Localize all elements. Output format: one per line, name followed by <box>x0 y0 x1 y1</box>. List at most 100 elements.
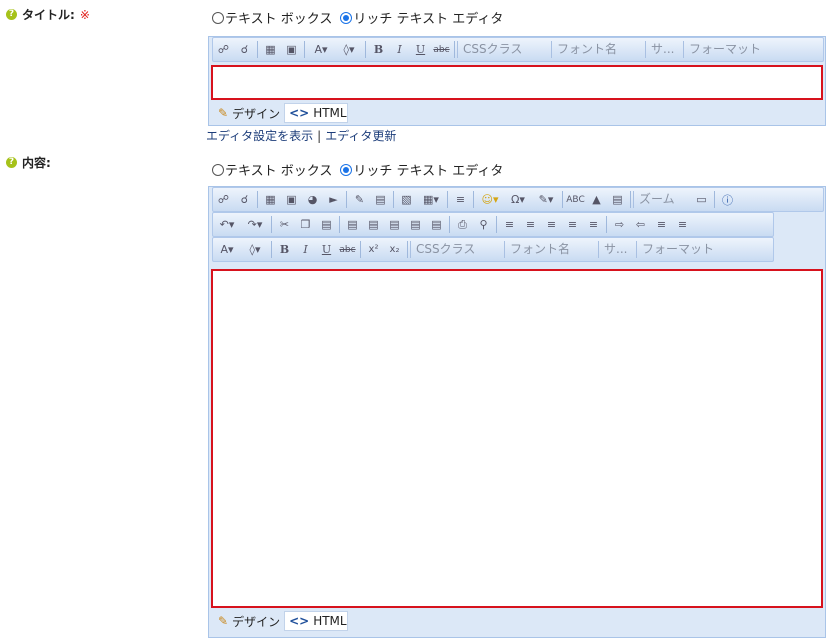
paragraph-icon[interactable]: ≡ <box>450 190 471 209</box>
underline-icon[interactable]: U <box>316 240 337 259</box>
paste-word-clean-icon[interactable]: ▤ <box>363 215 384 234</box>
spell-check-icon[interactable]: ABC <box>565 190 586 209</box>
outdent-icon[interactable]: ⇦ <box>630 215 651 234</box>
unlink-icon[interactable]: ☌ <box>234 190 255 209</box>
modules-icon[interactable]: ▲ <box>586 190 607 209</box>
toolbar-separator <box>393 191 394 208</box>
paste-as-html-icon[interactable]: ▤ <box>405 215 426 234</box>
title-design-tab[interactable]: ✎ デザイン <box>214 103 284 123</box>
content-toolbar-row-1: ☍ ☌ ▦ ▣ ◕ ► ✎ ▤ ▧ ▦▾ ≡ ☺▾ Ω▾ ✎▾ ABC ▲ ▤ … <box>209 187 825 212</box>
font-name-dropdown[interactable]: フォント名 <box>551 41 645 58</box>
media-icon[interactable]: ► <box>323 190 344 209</box>
content-edit-area[interactable] <box>211 269 823 608</box>
paste-html-icon[interactable]: ▤ <box>426 215 447 234</box>
title-edit-area[interactable] <box>211 65 823 100</box>
insert-snippet-icon[interactable]: ▤ <box>607 190 628 209</box>
content-design-tab[interactable]: ✎ デザイン <box>214 611 284 631</box>
content-rich-editor: ☍ ☌ ▦ ▣ ◕ ► ✎ ▤ ▧ ▦▾ ≡ ☺▾ Ω▾ ✎▾ ABC ▲ ▤ … <box>208 186 826 638</box>
radio-unchecked-icon[interactable] <box>212 11 224 24</box>
font-size-dropdown[interactable]: サ... <box>598 241 636 258</box>
content-field-label: ? 内容: <box>6 154 51 171</box>
format-dropdown[interactable]: フォーマット <box>636 241 734 258</box>
redo-icon[interactable]: ↷▾ <box>241 215 269 234</box>
strikethrough-icon[interactable]: abc <box>337 240 358 259</box>
cut-icon[interactable]: ✂ <box>274 215 295 234</box>
font-color-icon[interactable]: A▾ <box>307 40 335 59</box>
toolbar-separator <box>339 216 340 233</box>
radio-checked-icon[interactable] <box>340 11 353 24</box>
format-dropdown[interactable]: フォーマット <box>683 41 781 58</box>
underline-icon[interactable]: U <box>410 40 431 59</box>
image-icon[interactable]: ▦ <box>260 190 281 209</box>
title-toolbar: ☍ ☌ ▦ ▣ A▾ ◊▾ B I U abc CSSクラス フォント名 サ..… <box>209 37 825 62</box>
help-icon[interactable]: ? <box>6 9 17 20</box>
help-icon[interactable]: ? <box>6 157 17 168</box>
toolbar-separator <box>271 216 272 233</box>
insert-form-icon[interactable]: ▧ <box>396 190 417 209</box>
paste-icon[interactable]: ▤ <box>316 215 337 234</box>
font-size-dropdown[interactable]: サ... <box>645 41 683 58</box>
align-right-icon[interactable]: ≡ <box>541 215 562 234</box>
template-icon[interactable]: ▤ <box>370 190 391 209</box>
content-label-text: 内容: <box>22 156 51 170</box>
bold-icon[interactable]: B <box>274 240 295 259</box>
title-rich-editor: ☍ ☌ ▦ ▣ A▾ ◊▾ B I U abc CSSクラス フォント名 サ..… <box>208 36 826 126</box>
hyperlink-icon[interactable]: ☍ <box>213 40 234 59</box>
image-manager-icon[interactable]: ▣ <box>281 190 302 209</box>
title-mode-text-box[interactable]: テキスト ボックス <box>212 8 332 27</box>
title-mode-rich-editor[interactable]: リッチ テキスト エディタ <box>340 8 503 27</box>
numbered-list-icon[interactable]: ≡ <box>651 215 672 234</box>
radio-checked-icon[interactable] <box>340 163 353 176</box>
design-tab-label: デザイン <box>232 106 281 121</box>
copy-icon[interactable]: ❐ <box>295 215 316 234</box>
bulleted-list-icon[interactable]: ≡ <box>672 215 693 234</box>
zoom-dropdown[interactable]: ズーム <box>633 191 691 208</box>
css-class-dropdown[interactable]: CSSクラス <box>457 41 551 58</box>
content-mode-text-box[interactable]: テキスト ボックス <box>212 160 332 179</box>
smiley-icon[interactable]: ☺▾ <box>476 190 504 209</box>
justify-icon[interactable]: ≡ <box>562 215 583 234</box>
indent-icon[interactable]: ⇨ <box>609 215 630 234</box>
toolbar-separator <box>606 216 607 233</box>
editor-update-link[interactable]: エディタ更新 <box>325 129 396 143</box>
toolbar-separator <box>454 41 455 58</box>
format-stripper-icon[interactable]: ✎▾ <box>532 190 560 209</box>
title-html-tab[interactable]: <> HTML <box>284 103 349 123</box>
undo-icon[interactable]: ↶▾ <box>213 215 241 234</box>
radio-unchecked-icon[interactable] <box>212 163 224 176</box>
italic-icon[interactable]: I <box>295 240 316 259</box>
content-html-tab[interactable]: <> HTML <box>284 611 349 631</box>
background-color-icon[interactable]: ◊▾ <box>241 240 269 259</box>
print-icon[interactable]: ⎙ <box>452 215 473 234</box>
image-icon[interactable]: ▦ <box>260 40 281 59</box>
font-color-icon[interactable]: A▾ <box>213 240 241 259</box>
help-circle-icon[interactable]: ⓘ <box>717 190 738 209</box>
subscript-icon[interactable]: x₂ <box>384 240 405 259</box>
hyperlink-icon[interactable]: ☍ <box>213 190 234 209</box>
document-icon[interactable]: ✎ <box>349 190 370 209</box>
paste-from-word-icon[interactable]: ▤ <box>342 215 363 234</box>
italic-icon[interactable]: I <box>389 40 410 59</box>
paste-plain-text-icon[interactable]: ▤ <box>384 215 405 234</box>
strikethrough-icon[interactable]: abc <box>431 40 452 59</box>
fullscreen-icon[interactable]: ▭ <box>691 190 712 209</box>
toolbar-separator <box>630 191 631 208</box>
background-color-icon[interactable]: ◊▾ <box>335 40 363 59</box>
font-name-dropdown[interactable]: フォント名 <box>504 241 598 258</box>
content-toolbar-strip-3: A▾ ◊▾ B I U abc x² x₂ CSSクラス フォント名 サ... … <box>212 237 774 262</box>
bold-icon[interactable]: B <box>368 40 389 59</box>
pencil-icon: ✎ <box>218 106 229 120</box>
content-mode-rich-editor[interactable]: リッチ テキスト エディタ <box>340 160 503 179</box>
superscript-icon[interactable]: x² <box>363 240 384 259</box>
image-manager-icon[interactable]: ▣ <box>281 40 302 59</box>
special-character-icon[interactable]: Ω▾ <box>504 190 532 209</box>
find-replace-icon[interactable]: ⚲ <box>473 215 494 234</box>
align-left-icon[interactable]: ≡ <box>499 215 520 234</box>
insert-table-icon[interactable]: ▦▾ <box>417 190 445 209</box>
remove-alignment-icon[interactable]: ≡ <box>583 215 604 234</box>
unlink-icon[interactable]: ☌ <box>234 40 255 59</box>
css-class-dropdown[interactable]: CSSクラス <box>410 241 504 258</box>
flash-icon[interactable]: ◕ <box>302 190 323 209</box>
align-center-icon[interactable]: ≡ <box>520 215 541 234</box>
show-editor-settings-link[interactable]: エディタ設定を表示 <box>206 129 313 143</box>
